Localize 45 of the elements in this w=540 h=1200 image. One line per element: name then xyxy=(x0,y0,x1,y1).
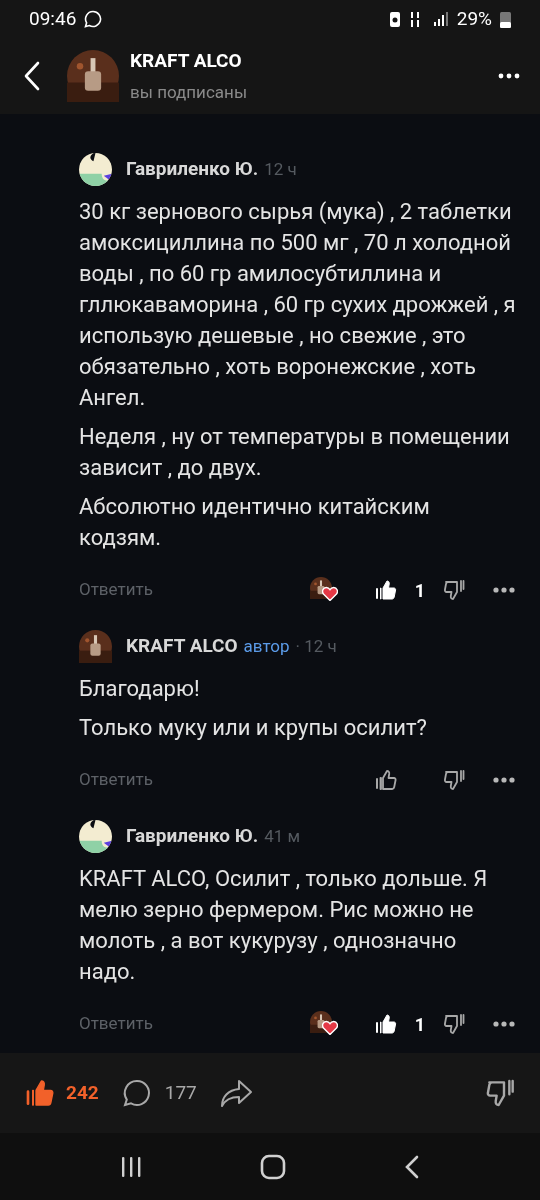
more-icon[interactable] xyxy=(492,1020,516,1028)
battery-icon xyxy=(500,10,511,28)
like-icon[interactable] xyxy=(374,578,398,602)
comment-text: Благодарю! xyxy=(79,675,201,703)
subscription-status: вы подписаны xyxy=(130,80,248,104)
comment-time: 12 ч xyxy=(264,157,297,181)
back-icon[interactable] xyxy=(22,60,42,92)
avatar xyxy=(79,152,112,186)
comment-count: 177 xyxy=(164,1079,197,1106)
like-icon[interactable] xyxy=(374,1012,398,1036)
dislike-icon[interactable] xyxy=(484,1077,516,1109)
like-count: 1 xyxy=(413,1012,427,1037)
signal-icon xyxy=(432,11,449,27)
dislike-icon[interactable] xyxy=(442,578,466,602)
comment-text: KRAFT ALCO, Осилит , только дольше. Я мелю зерно фермером. Рис можно не молоть , а вот кукурузу , однозначно надо. xyxy=(79,865,489,986)
status-time: 09:46 xyxy=(29,5,77,32)
heart-icon xyxy=(322,586,338,601)
avatar xyxy=(79,629,112,663)
home-icon[interactable] xyxy=(260,1153,286,1180)
share-icon[interactable] xyxy=(218,1077,253,1109)
avatar xyxy=(79,819,112,853)
like-icon[interactable] xyxy=(374,768,398,792)
dislike-icon[interactable] xyxy=(442,768,466,792)
author-name[interactable]: KRAFT ALCO xyxy=(126,631,238,661)
author-label: автор xyxy=(243,634,290,658)
more-icon[interactable] xyxy=(492,776,516,784)
comment-text: Абсолютно идентично китайским кодзям. xyxy=(79,493,431,552)
comment-time: 41 м xyxy=(264,824,301,848)
heart-icon xyxy=(322,1020,338,1035)
chat-icon xyxy=(84,10,103,28)
more-icon[interactable] xyxy=(498,73,520,79)
dislike-icon[interactable] xyxy=(442,1012,466,1036)
battery-saver-icon xyxy=(388,10,401,28)
comment-text: 30 кг зернового сырья (мука) , 2 таблетки амоксициллина по 500 мг , 70 л холодной воды , по 60 гр амилосубтиллина и гллюкаваморина , 60 гр сухих дрожжей , я использую дешевые , но свежие , это обязательно , хоть воронежские , хоть Ангел. xyxy=(79,198,516,412)
like-count: 242 xyxy=(66,1079,99,1106)
comment-text: Неделя , ну от температуры в помещении зависит , до двух. xyxy=(79,423,511,482)
like-count: 1 xyxy=(413,578,427,603)
channel-avatar xyxy=(67,50,119,102)
author-name[interactable]: Гавриленко Ю. xyxy=(126,821,259,851)
comment-time: · 12 ч xyxy=(295,634,337,658)
comment-text: Только муку или и крупы осилит? xyxy=(79,714,428,742)
more-icon[interactable] xyxy=(492,586,516,594)
author-name[interactable]: Гавриленко Ю. xyxy=(126,154,259,184)
channel-title[interactable]: KRAFT ALCO xyxy=(130,47,248,76)
battery-level: 29% xyxy=(456,5,492,32)
